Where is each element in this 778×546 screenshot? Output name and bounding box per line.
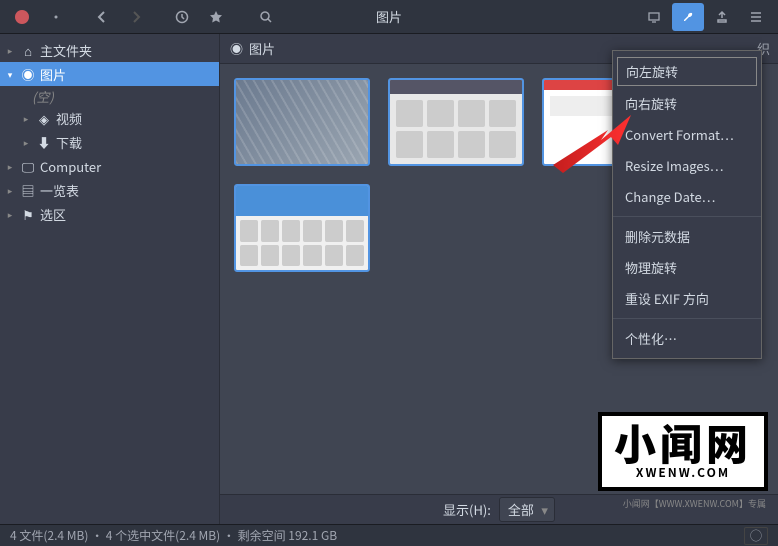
toolbar: 图片 [0,0,778,34]
chevron-right-icon: ▸ [4,44,16,57]
window-title: 图片 [376,7,402,26]
sidebar-item-downloads[interactable]: ▸ ⬇ 下载 [0,130,219,154]
sidebar-item-label: 下载 [56,133,82,152]
watermark-sub: 小闻网【WWW.XWENW.COM】专属 [623,497,766,510]
tools-button[interactable] [672,3,704,31]
star-button[interactable] [200,3,232,31]
search-button[interactable] [250,3,282,31]
video-icon: ◈ [36,109,52,128]
breadcrumb-location[interactable]: 图片 [249,39,275,58]
computer-icon: 🖵 [20,157,36,176]
sidebar-item-catalog[interactable]: ▸ ▤ 一览表 [0,178,219,202]
filter-label: 显示(H): [443,500,491,519]
slideshow-button[interactable] [638,3,670,31]
menu-separator [613,318,761,319]
forward-button[interactable] [120,3,152,31]
tools-menu: 向左旋转 向右旋转 Convert Format… Resize Images…… [612,50,762,359]
export-button[interactable] [706,3,738,31]
chevron-right-icon: ▸ [4,208,16,221]
menu-rotate-right[interactable]: 向右旋转 [613,88,761,119]
chevron-right-icon: ▸ [20,136,32,149]
sidebar-item-home[interactable]: ▸ ⌂ 主文件夹 [0,38,219,62]
chevron-right-icon: ▸ [20,112,32,125]
sidebar-item-computer[interactable]: ▸ 🖵 Computer [0,154,219,178]
menu-physical-rotate[interactable]: 物理旋转 [613,252,761,283]
close-button[interactable] [6,3,38,31]
download-icon: ⬇ [36,133,52,152]
camera-icon: ◉ [20,65,36,84]
sidebar-item-video[interactable]: ▸ ◈ 视频 [0,106,219,130]
menu-rotate-left[interactable]: 向左旋转 [617,57,757,86]
thumbnail[interactable] [388,78,524,166]
menu-delete-metadata[interactable]: 删除元数据 [613,221,761,252]
filter-select[interactable]: 全部 [499,497,555,522]
status-text: 4 文件(2.4 MB) · 4 个选中文件(2.4 MB) · 剩余空间 19… [10,527,337,544]
sidebar: ▸ ⌂ 主文件夹 ▾ ◉ 图片 (空) ▸ ◈ 视频 ▸ ⬇ 下载 ▸ 🖵 Co… [0,34,220,524]
chevron-right-icon: ▸ [4,160,16,173]
menu-customize[interactable]: 个性化… [613,323,761,354]
sidebar-item-pictures[interactable]: ▾ ◉ 图片 [0,62,219,86]
sidebar-item-label: 一览表 [40,181,79,200]
menu-reset-exif[interactable]: 重设 EXIF 方向 [613,283,761,314]
chevron-down-icon: ▾ [4,68,16,81]
menu-change-date[interactable]: Change Date… [613,181,761,212]
sidebar-item-label: 视频 [56,109,82,128]
list-icon: ▤ [20,181,36,200]
info-button[interactable]: ◯ [744,527,768,545]
watermark: 小闻网 XWENW.COM [598,412,768,491]
home-icon: ⌂ [20,41,36,60]
menu-resize-images[interactable]: Resize Images… [613,150,761,181]
sidebar-item-label: Computer [40,157,101,176]
menu-convert-format[interactable]: Convert Format… [613,119,761,150]
sidebar-item-label: 图片 [40,65,66,84]
sidebar-item-selection[interactable]: ▸ ⚑ 选区 [0,202,219,226]
sidebar-item-label: 主文件夹 [40,41,92,60]
camera-icon: ◉ [230,39,243,58]
status-bar: 4 文件(2.4 MB) · 4 个选中文件(2.4 MB) · 剩余空间 19… [0,524,778,546]
sidebar-empty-label: (空) [0,86,219,106]
history-button[interactable] [166,3,198,31]
chevron-right-icon: ▸ [4,184,16,197]
sidebar-item-label: 选区 [40,205,66,224]
back-button[interactable] [86,3,118,31]
thumbnail[interactable] [234,184,370,272]
menu-button[interactable] [740,3,772,31]
flag-icon: ⚑ [20,205,36,224]
thumbnail[interactable] [234,78,370,166]
minimize-button[interactable] [40,3,72,31]
menu-separator [613,216,761,217]
